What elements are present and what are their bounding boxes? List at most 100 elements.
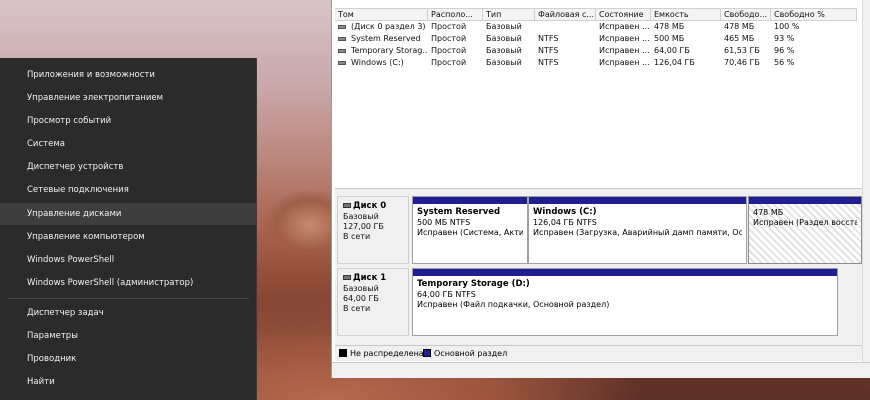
menu-item-explorer[interactable]: Проводник [0, 348, 257, 370]
disk-graphical-view: Диск 0 Базовый 127,00 ГБ В сети System R… [335, 188, 862, 361]
column-header-layout[interactable]: Располо... [428, 9, 483, 21]
menu-item-network-connections[interactable]: Сетевые подключения [0, 179, 257, 201]
cell-layout: Простой [431, 22, 467, 31]
menu-item-power-options[interactable]: Управление электропитанием [0, 87, 257, 109]
partition-system-reserved[interactable]: System Reserved 500 МБ NTFS Исправен (Си… [412, 196, 528, 264]
table-row[interactable]: (Диск 0 раздел 3) Простой Базовый Исправ… [335, 21, 857, 33]
volume-table-header: Том Располо... Тип Файловая с... Состоян… [335, 8, 857, 21]
column-header-free-space[interactable]: Свободо... [721, 9, 771, 21]
cell-type: Базовый [486, 46, 522, 55]
menu-item-disk-management[interactable]: Управление дисками [0, 203, 257, 225]
menu-item-system[interactable]: Система [0, 133, 257, 155]
primary-partition-bar [749, 197, 861, 204]
cell-layout: Простой [431, 46, 467, 55]
disk-size: 127,00 ГБ [343, 222, 384, 231]
legend-swatch-unallocated [339, 349, 347, 357]
disk-size: 64,00 ГБ [343, 294, 379, 303]
cell-capacity: 64,00 ГБ [654, 46, 690, 55]
cell-volume: Temporary Storag... [351, 46, 428, 55]
cell-type: Базовый [486, 34, 522, 43]
primary-partition-bar [529, 197, 746, 204]
winx-power-menu: Приложения и возможности Управление элек… [0, 58, 257, 400]
cell-status: Исправен ... [599, 22, 650, 31]
column-header-type[interactable]: Тип [483, 9, 535, 21]
column-header-free-percent[interactable]: Свободно % [771, 9, 857, 21]
disk-icon [343, 203, 351, 208]
menu-item-task-manager[interactable]: Диспетчер задач [0, 302, 257, 324]
cell-free-percent: 96 % [774, 46, 795, 55]
cell-capacity: 126,04 ГБ [654, 58, 695, 67]
menu-item-device-manager[interactable]: Диспетчер устройств [0, 156, 257, 178]
cell-free-space: 478 МБ [724, 22, 755, 31]
disk-label-0[interactable]: Диск 0 Базовый 127,00 ГБ В сети [337, 196, 409, 264]
volume-icon [338, 49, 346, 53]
partition-temporary-storage-d[interactable]: Temporary Storage (D:) 64,00 ГБ NTFS Исп… [412, 268, 838, 336]
cell-status: Исправен ... [599, 46, 650, 55]
disk-type: Базовый [343, 284, 379, 293]
disk-row-1: Диск 1 Базовый 64,00 ГБ В сети Temporary… [335, 268, 862, 336]
cell-free-percent: 93 % [774, 34, 795, 43]
partition-size: 478 МБ [753, 208, 784, 217]
menu-item-apps-features[interactable]: Приложения и возможности [0, 64, 257, 86]
disk-name: Диск 0 [353, 201, 387, 211]
cell-filesystem: NTFS [538, 58, 559, 67]
cell-volume: System Reserved [351, 34, 421, 43]
menu-item-settings[interactable]: Параметры [0, 325, 257, 347]
cell-filesystem: NTFS [538, 34, 559, 43]
cell-free-percent: 56 % [774, 58, 795, 67]
menu-item-event-viewer[interactable]: Просмотр событий [0, 110, 257, 132]
vertical-scrollbar[interactable] [862, 0, 870, 362]
legend-swatch-primary [423, 349, 431, 357]
volume-icon [338, 37, 346, 41]
window-bottom-edge [332, 362, 870, 378]
menu-separator [8, 298, 249, 299]
cell-type: Базовый [486, 58, 522, 67]
disk-row-0: Диск 0 Базовый 127,00 ГБ В сети System R… [335, 196, 862, 264]
table-row[interactable]: Temporary Storag... Простой Базовый NTFS… [335, 45, 857, 57]
cell-filesystem: NTFS [538, 46, 559, 55]
partition-status: Исправен (Раздел восстан [753, 218, 857, 227]
partition-size: 500 МБ NTFS [417, 218, 471, 227]
cell-filesystem [535, 21, 596, 33]
column-header-capacity[interactable]: Емкость [651, 9, 721, 21]
cell-status: Исправен ... [599, 58, 650, 67]
volume-icon [338, 25, 346, 29]
cell-capacity: 500 МБ [654, 34, 685, 43]
partition-title: Windows (C:) [533, 207, 597, 217]
partition-status: Исправен (Система, Актив [417, 228, 523, 237]
cell-free-space: 465 МБ [724, 34, 755, 43]
disk-status: В сети [343, 304, 371, 313]
partition-legend: Не распределена Основной раздел [335, 345, 862, 360]
disk-status: В сети [343, 232, 371, 241]
disk-type: Базовый [343, 212, 379, 221]
legend-unallocated: Не распределена [339, 346, 424, 361]
table-row[interactable]: Windows (C:) Простой Базовый NTFS Исправ… [335, 57, 857, 69]
volume-icon [338, 61, 346, 65]
cell-free-space: 61,53 ГБ [724, 46, 760, 55]
partition-title: System Reserved [417, 207, 501, 217]
partition-size: 126,04 ГБ NTFS [533, 218, 597, 227]
column-header-filesystem[interactable]: Файловая с... [535, 9, 596, 21]
legend-primary: Основной раздел [423, 346, 507, 361]
cell-capacity: 478 МБ [654, 22, 685, 31]
column-header-status[interactable]: Состояние [596, 9, 651, 21]
partition-status: Исправен (Загрузка, Аварийный дамп памят… [533, 228, 742, 237]
menu-item-powershell-admin[interactable]: Windows PowerShell (администратор) [0, 272, 257, 294]
table-row[interactable]: System Reserved Простой Базовый NTFS Исп… [335, 33, 857, 45]
primary-partition-bar [413, 269, 837, 276]
cell-type: Базовый [486, 22, 522, 31]
menu-item-search[interactable]: Найти [0, 371, 257, 393]
disk-label-1[interactable]: Диск 1 Базовый 64,00 ГБ В сети [337, 268, 409, 336]
menu-item-computer-management[interactable]: Управление компьютером [0, 226, 257, 248]
disk-icon [343, 275, 351, 280]
partition-windows-c[interactable]: Windows (C:) 126,04 ГБ NTFS Исправен (За… [528, 196, 747, 264]
cell-free-space: 70,46 ГБ [724, 58, 760, 67]
partition-title: Temporary Storage (D:) [417, 279, 530, 289]
partition-status: Исправен (Файл подкачки, Основной раздел… [417, 300, 610, 309]
menu-item-powershell[interactable]: Windows PowerShell [0, 249, 257, 271]
volume-list-table: Том Располо... Тип Файловая с... Состоян… [335, 8, 857, 69]
partition-recovery[interactable]: 478 МБ Исправен (Раздел восстан [748, 196, 862, 264]
column-header-volume[interactable]: Том [335, 9, 428, 21]
disk-management-window: Том Располо... Тип Файловая с... Состоян… [331, 0, 870, 378]
cell-layout: Простой [431, 58, 467, 67]
